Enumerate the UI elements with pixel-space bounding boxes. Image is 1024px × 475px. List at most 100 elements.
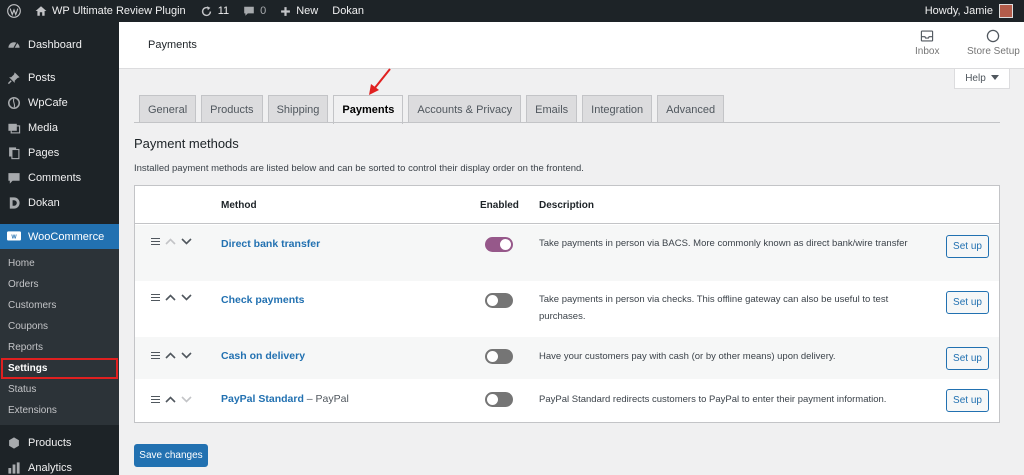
method-name: PayPal Standard: [221, 393, 304, 405]
inbox-icon: [920, 29, 934, 46]
method-name-link[interactable]: PayPal Standard – PayPal: [221, 393, 349, 405]
sidebar-item-label: Analytics: [28, 461, 73, 474]
section-title: Payment methods: [134, 136, 239, 151]
method-name-link[interactable]: Check payments: [221, 294, 304, 306]
updates-icon: [200, 5, 213, 18]
setup-button[interactable]: Set up: [946, 291, 989, 314]
media-icon: [7, 121, 21, 135]
move-down-icon[interactable]: [181, 352, 192, 359]
sidebar-item-label: Dokan: [28, 196, 60, 209]
drag-handle-icon[interactable]: [151, 352, 160, 359]
account-menu[interactable]: Howdy, Jamie: [918, 0, 1020, 22]
products-icon: [7, 436, 21, 450]
enabled-toggle[interactable]: [485, 349, 513, 364]
tab-payments[interactable]: Payments: [333, 95, 404, 124]
drag-handle-icon[interactable]: [151, 238, 160, 245]
method-name-link[interactable]: Direct bank transfer: [221, 238, 320, 250]
submenu-item-customers[interactable]: Customers: [0, 295, 119, 316]
help-label: Help: [965, 73, 986, 84]
inbox-button[interactable]: Inbox: [915, 29, 939, 57]
table-row: Check payments Take payments in person v…: [135, 281, 999, 337]
sidebar-item-analytics[interactable]: Analytics: [0, 455, 119, 475]
submenu-item-status[interactable]: Status: [0, 379, 119, 400]
woocommerce-icon: W: [7, 230, 21, 244]
comment-icon: [7, 171, 21, 185]
wordpress-logo-icon[interactable]: [0, 0, 28, 22]
sidebar-item-wpcafe[interactable]: WpCafe: [0, 90, 119, 115]
home-icon: [35, 5, 47, 17]
tab-shipping[interactable]: Shipping: [267, 95, 329, 123]
method-description: PayPal Standard redirects customers to P…: [539, 394, 887, 405]
new-content-link[interactable]: New: [273, 0, 325, 22]
comments-link[interactable]: 0: [236, 0, 273, 22]
sidebar-item-posts[interactable]: Posts: [0, 65, 119, 90]
submenu-item-home[interactable]: Home: [0, 253, 119, 274]
submenu-item-reports[interactable]: Reports: [0, 337, 119, 358]
dokan-label: Dokan: [332, 5, 365, 17]
sidebar-item-label: Pages: [28, 146, 60, 159]
sidebar-item-dashboard[interactable]: Dashboard: [0, 32, 119, 57]
annotation-arrow-icon: [369, 68, 391, 95]
toggle-knob: [487, 295, 498, 306]
setup-button[interactable]: Set up: [946, 389, 989, 412]
updates-link[interactable]: 11: [193, 0, 236, 22]
sort-controls: [151, 352, 192, 359]
move-down-icon[interactable]: [181, 294, 192, 301]
tab-general[interactable]: General: [139, 95, 197, 123]
save-changes-button[interactable]: Save changes: [134, 444, 208, 467]
method-description: Have your customers pay with cash (or by…: [539, 351, 836, 362]
tab-accounts-privacy[interactable]: Accounts & Privacy: [408, 95, 522, 123]
method-description: Take payments in person via BACS. More c…: [539, 238, 908, 249]
tab-emails[interactable]: Emails: [526, 95, 578, 123]
payment-methods-table: Method Enabled Description Direct bank t…: [134, 185, 1000, 423]
site-name-link[interactable]: WP Ultimate Review Plugin: [28, 0, 193, 22]
sidebar-item-label: WooCommerce: [28, 230, 105, 243]
sidebar-item-label: Media: [28, 121, 58, 134]
sidebar-item-label: WpCafe: [28, 96, 68, 109]
drag-handle-icon[interactable]: [151, 294, 160, 301]
setup-button[interactable]: Set up: [946, 347, 989, 370]
page-title: Payments: [148, 39, 197, 51]
tab-advanced[interactable]: Advanced: [657, 95, 725, 123]
sort-controls: [151, 238, 192, 245]
enabled-toggle[interactable]: [485, 293, 513, 308]
submenu-item-coupons[interactable]: Coupons: [0, 316, 119, 337]
enabled-toggle[interactable]: [485, 237, 513, 252]
progress-circle-icon: [986, 29, 1000, 46]
method-name-link[interactable]: Cash on delivery: [221, 350, 305, 362]
howdy-greeting: Howdy, Jamie: [924, 5, 993, 17]
sidebar-item-dokan[interactable]: Dokan: [0, 190, 119, 215]
sidebar-item-woocommerce[interactable]: W WooCommerce: [0, 224, 119, 249]
sidebar-item-comments[interactable]: Comments: [0, 165, 119, 190]
comments-count: 0: [260, 5, 267, 17]
help-tab-button[interactable]: Help: [954, 69, 1010, 89]
woocommerce-header: Payments Inbox Store Setup: [119, 22, 1024, 69]
dokan-link[interactable]: Dokan: [325, 0, 371, 22]
dokan-icon: [7, 196, 21, 210]
method-description: Take payments in person via checks. This…: [539, 294, 889, 322]
submenu-item-orders[interactable]: Orders: [0, 274, 119, 295]
table-row: Direct bank transfer Take payments in pe…: [135, 225, 999, 281]
sidebar-item-products[interactable]: Products: [0, 430, 119, 455]
sidebar-item-label: Products: [28, 436, 72, 449]
setup-button[interactable]: Set up: [946, 235, 989, 258]
move-up-icon[interactable]: [165, 352, 176, 359]
wpcafe-icon: [7, 96, 21, 110]
move-up-icon[interactable]: [165, 396, 176, 403]
dashboard-icon: [7, 38, 21, 52]
sidebar-item-pages[interactable]: Pages: [0, 140, 119, 165]
store-setup-button[interactable]: Store Setup: [967, 29, 1020, 57]
drag-handle-icon[interactable]: [151, 396, 160, 403]
sidebar-item-label: Posts: [28, 71, 56, 84]
move-down-icon[interactable]: [181, 238, 192, 245]
submenu-item-extensions[interactable]: Extensions: [0, 400, 119, 421]
tab-products[interactable]: Products: [201, 95, 263, 123]
column-enabled: Enabled: [480, 200, 519, 211]
enabled-toggle[interactable]: [485, 392, 513, 407]
tab-integration[interactable]: Integration: [582, 95, 653, 123]
move-up-icon[interactable]: [165, 294, 176, 301]
submenu-item-settings[interactable]: Settings: [1, 358, 118, 379]
sort-controls: [151, 396, 192, 403]
method-provider: – PayPal: [303, 393, 349, 405]
sidebar-item-media[interactable]: Media: [0, 115, 119, 140]
